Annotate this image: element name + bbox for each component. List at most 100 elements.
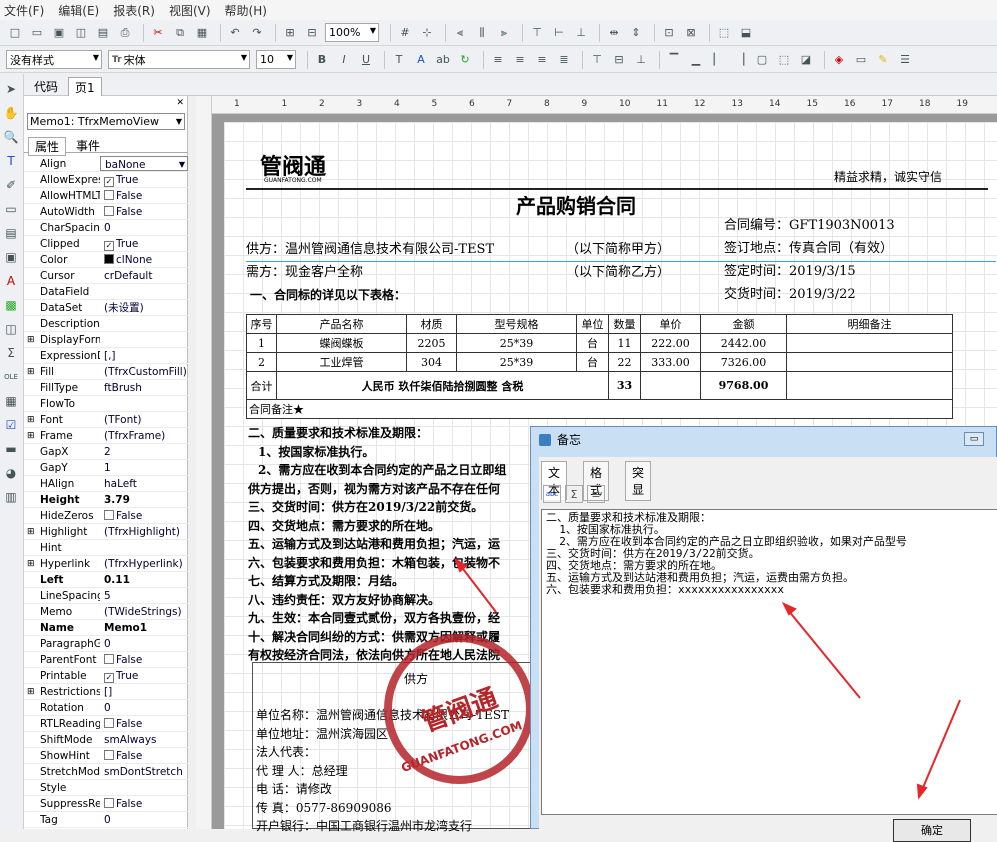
- tab-events[interactable]: 事件: [70, 137, 106, 154]
- property-value[interactable]: 0: [100, 812, 188, 827]
- frame-all-icon[interactable]: ▢: [753, 51, 771, 69]
- ole-icon[interactable]: OLE: [2, 368, 20, 386]
- property-value[interactable]: 1: [100, 460, 188, 475]
- property-value[interactable]: (未设置): [100, 300, 188, 315]
- expand-icon[interactable]: ⊞: [27, 364, 35, 380]
- new-icon[interactable]: □: [6, 24, 24, 42]
- checkbox[interactable]: [104, 750, 114, 760]
- word-wrap-icon[interactable]: ≡: [587, 485, 605, 503]
- insert-field-icon[interactable]: abc: [543, 485, 561, 503]
- same-height-icon[interactable]: ⬓: [737, 24, 755, 42]
- property-row[interactable]: Hint: [24, 540, 188, 556]
- redo-icon[interactable]: ↷: [248, 24, 266, 42]
- checkbox[interactable]: ✓: [104, 673, 114, 683]
- property-value[interactable]: (TfrxFrame): [100, 428, 188, 443]
- property-value[interactable]: ✓ True: [100, 668, 188, 683]
- font-size-select[interactable]: 10 ▼: [256, 50, 296, 69]
- property-row[interactable]: SuppressRep False: [24, 796, 188, 812]
- property-row[interactable]: Tag 0: [24, 812, 188, 828]
- rich-text-icon[interactable]: ▦: [2, 392, 20, 410]
- memo-tool-icon[interactable]: ▤: [2, 224, 20, 242]
- property-value[interactable]: [100, 780, 188, 795]
- checkbox[interactable]: [104, 798, 114, 808]
- property-row[interactable]: AutoWidth False: [24, 204, 188, 220]
- property-value[interactable]: ✓ True: [100, 236, 188, 251]
- property-value[interactable]: 5: [100, 588, 188, 603]
- property-value[interactable]: (TFont): [100, 412, 188, 427]
- property-value[interactable]: False: [100, 716, 188, 731]
- property-value[interactable]: 3.79: [100, 492, 188, 507]
- property-row[interactable]: ShowHint False: [24, 748, 188, 764]
- frame-bottom-icon[interactable]: ▁: [687, 51, 705, 69]
- property-value[interactable]: False: [100, 748, 188, 763]
- select-tool-icon[interactable]: ➤: [2, 80, 20, 98]
- frame-none-icon[interactable]: ⬚: [775, 51, 793, 69]
- property-row[interactable]: HAlign haLeft: [24, 476, 188, 492]
- property-value[interactable]: 0: [100, 700, 188, 715]
- expand-icon[interactable]: ⊞: [27, 524, 35, 540]
- property-value[interactable]: smDontStretch: [100, 764, 188, 779]
- shape-tool-icon[interactable]: ▬: [2, 440, 20, 458]
- property-value[interactable]: [100, 284, 188, 299]
- text-top-icon[interactable]: ⊤: [588, 51, 606, 69]
- property-row[interactable]: ⊞ DisplayForma: [24, 332, 188, 348]
- hand-tool-icon[interactable]: ✋: [2, 104, 20, 122]
- rotate-icon[interactable]: ↻: [456, 51, 474, 69]
- center-v-icon[interactable]: ⊠: [682, 24, 700, 42]
- checkbox[interactable]: [104, 206, 114, 216]
- property-row[interactable]: CharSpacing 0: [24, 220, 188, 236]
- property-row[interactable]: GapY 1: [24, 460, 188, 476]
- highlight-icon[interactable]: ab: [434, 51, 452, 69]
- property-row[interactable]: DataSet (未设置): [24, 300, 188, 316]
- expand-icon[interactable]: ⊞: [27, 428, 35, 444]
- text-object-icon[interactable]: A: [2, 272, 20, 290]
- shadow-icon[interactable]: ◪: [797, 51, 815, 69]
- property-row[interactable]: HideZeros False: [24, 508, 188, 524]
- property-value[interactable]: haLeft: [100, 476, 188, 491]
- property-value[interactable]: 0: [100, 220, 188, 235]
- property-row[interactable]: ⊞ Restrictions []: [24, 684, 188, 700]
- menu-item[interactable]: 视图(V): [169, 2, 211, 19]
- paste-icon[interactable]: ▦: [193, 24, 211, 42]
- page-setup-icon[interactable]: ▤: [94, 24, 112, 42]
- align-center-icon[interactable]: ⫼: [473, 24, 491, 42]
- property-value[interactable]: (TWideStrings): [100, 604, 188, 619]
- frame-top-icon[interactable]: ▔: [665, 51, 683, 69]
- expand-icon[interactable]: ⊞: [27, 332, 35, 348]
- format-copy-icon[interactable]: ✐: [2, 176, 20, 194]
- property-row[interactable]: FillType ftBrush: [24, 380, 188, 396]
- property-row[interactable]: ExpressionDe [,]: [24, 348, 188, 364]
- ungroup-icon[interactable]: ⊟: [303, 24, 321, 42]
- tab-code[interactable]: 代码: [28, 77, 64, 96]
- property-row[interactable]: ⊞ Font (TFont): [24, 412, 188, 428]
- align-left-icon[interactable]: ⫷: [451, 24, 469, 42]
- menu-item[interactable]: 文件(F): [4, 2, 44, 19]
- frame-right-icon[interactable]: ▕: [731, 51, 749, 69]
- checkbox[interactable]: [104, 510, 114, 520]
- property-row[interactable]: ParentFont False: [24, 652, 188, 668]
- insert-sum-icon[interactable]: Σ: [565, 485, 583, 503]
- save-icon[interactable]: ▣: [50, 24, 68, 42]
- text-center-icon[interactable]: ≡: [511, 51, 529, 69]
- property-row[interactable]: AllowExpress✓True: [24, 172, 188, 188]
- checkbox-tool-icon[interactable]: ☑: [2, 416, 20, 434]
- group-icon[interactable]: ⊞: [281, 24, 299, 42]
- preview-icon[interactable]: ◫: [72, 24, 90, 42]
- property-row[interactable]: Printable ✓ True: [24, 668, 188, 684]
- property-value[interactable]: ftBrush: [100, 380, 188, 395]
- property-row[interactable]: Clipped ✓ True: [24, 236, 188, 252]
- property-row[interactable]: Align baNone ▼: [24, 156, 188, 172]
- space-h-icon[interactable]: ⇹: [605, 24, 623, 42]
- zoom-tool-icon[interactable]: 🔍: [2, 128, 20, 146]
- property-value[interactable]: Memo1: [100, 620, 188, 635]
- space-v-icon[interactable]: ⇕: [627, 24, 645, 42]
- chart-tool-icon[interactable]: ◕: [2, 464, 20, 482]
- property-row[interactable]: RTLReading False: [24, 716, 188, 732]
- menu-item[interactable]: 帮助(H): [225, 2, 267, 19]
- property-row[interactable]: Color clNone: [24, 252, 188, 268]
- property-row[interactable]: Cursor crDefault: [24, 268, 188, 284]
- property-value[interactable]: False: [100, 652, 188, 667]
- property-value[interactable]: ✓ True: [100, 172, 188, 187]
- property-row[interactable]: Left 0.11: [24, 572, 188, 588]
- tab-page1[interactable]: 页1: [68, 77, 102, 97]
